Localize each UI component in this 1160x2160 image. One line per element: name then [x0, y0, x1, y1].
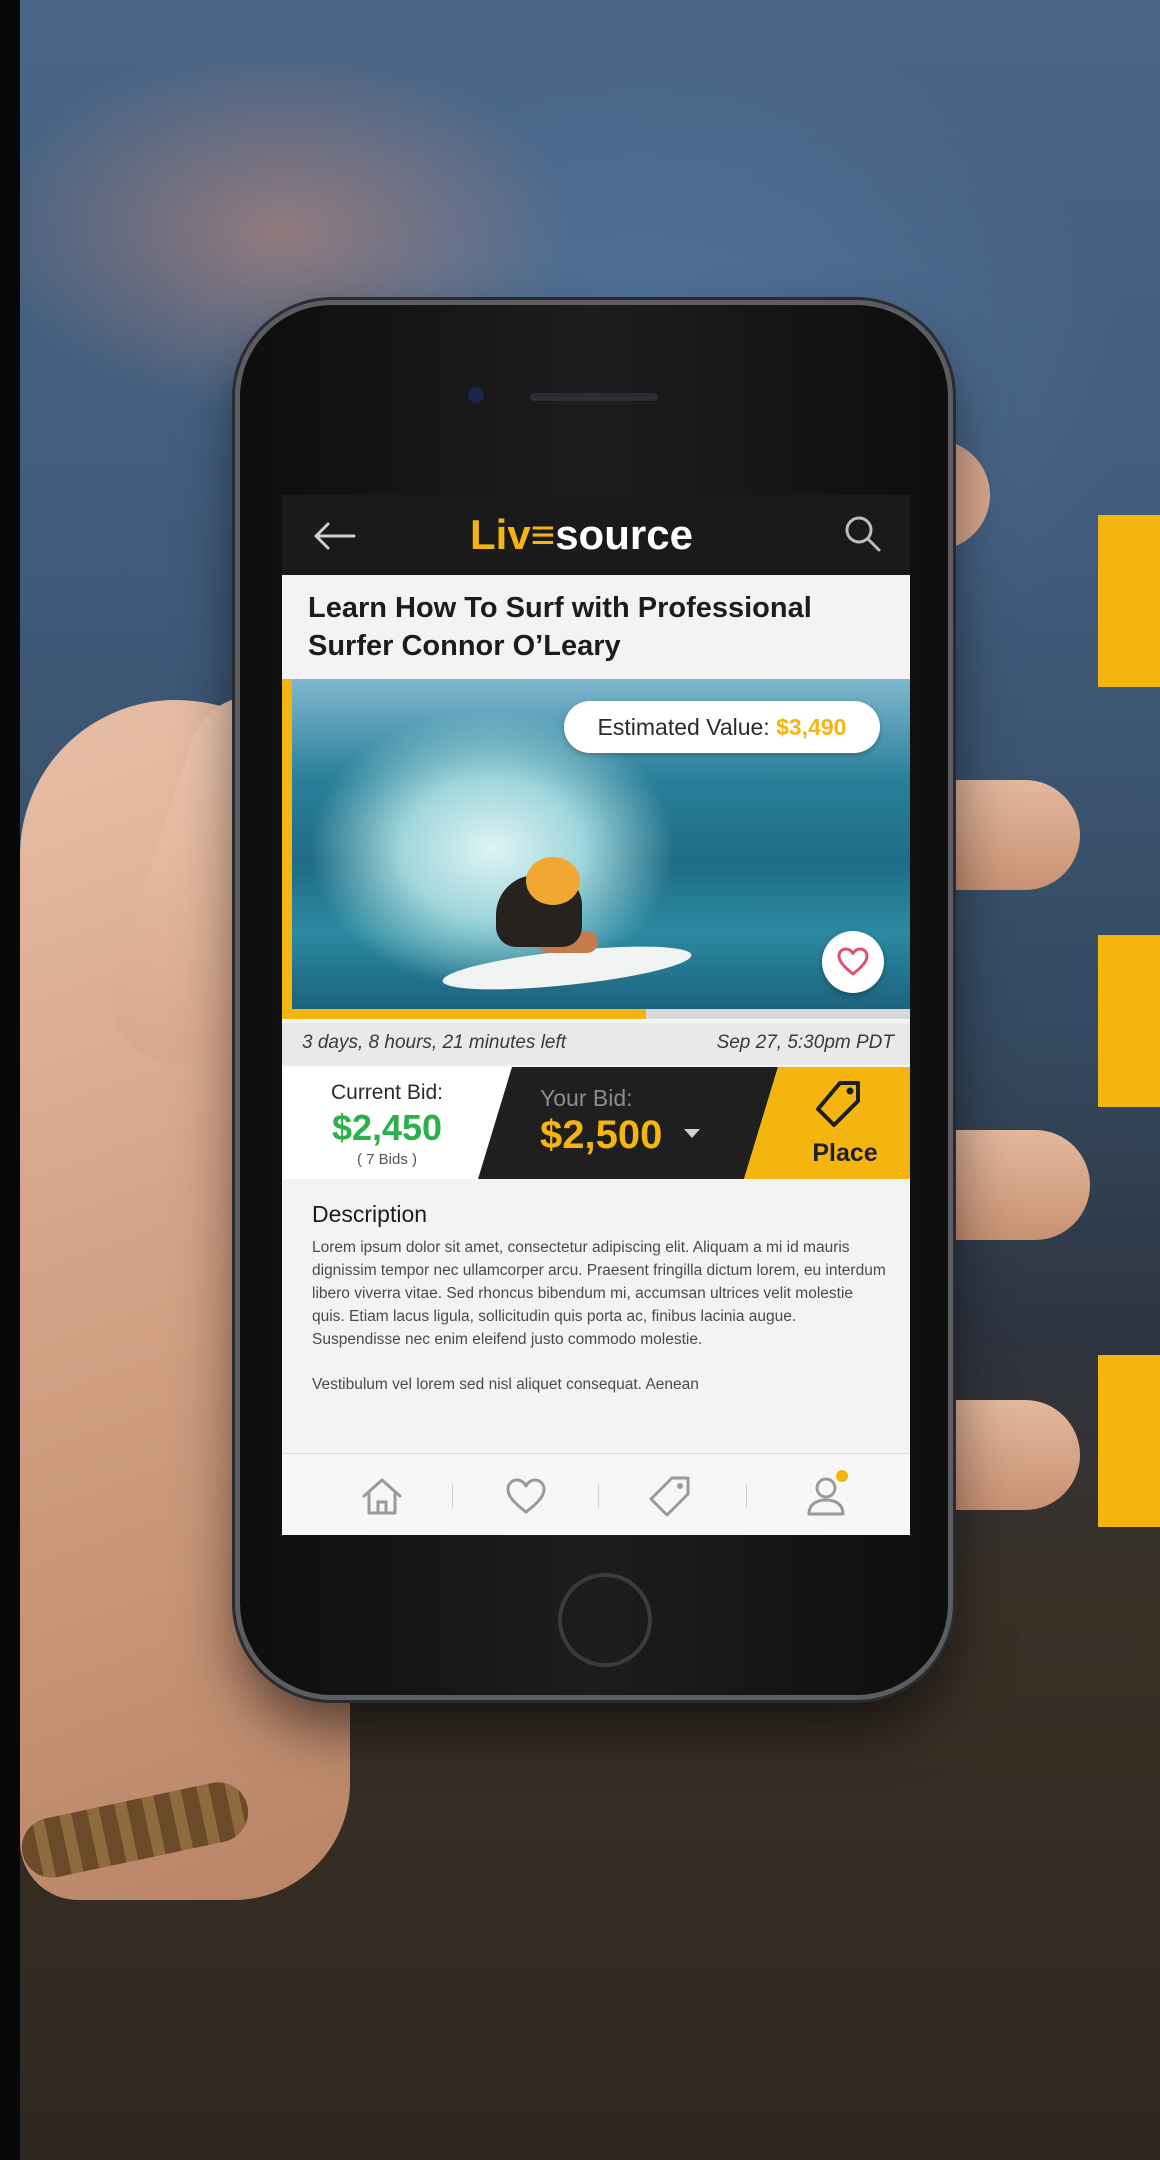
nav-separator: [746, 1484, 747, 1508]
left-edge-bar: [0, 0, 20, 2160]
your-bid-selector[interactable]: Your Bid: $2,500: [478, 1067, 778, 1179]
description-section: Description Lorem ipsum dolor sit amet, …: [312, 1201, 888, 1418]
estimated-value-amount: $3,490: [776, 714, 847, 740]
auction-time-row: 3 days, 8 hours, 21 minutes left Sep 27,…: [282, 1023, 910, 1065]
bid-row: Current Bid: $2,450 ( 7 Bids ) Your Bid:…: [282, 1067, 910, 1179]
description-paragraph: Lorem ipsum dolor sit amet, consectetur …: [312, 1239, 886, 1348]
notification-dot: [836, 1470, 848, 1482]
bottom-nav: [282, 1453, 910, 1535]
your-bid-label: Your Bid:: [540, 1085, 633, 1111]
chevron-down-icon: [684, 1129, 700, 1138]
heart-icon[interactable]: [504, 1474, 548, 1518]
nav-separator: [452, 1484, 453, 1508]
current-bid-label: Current Bid:: [330, 1081, 444, 1104]
bid-count: ( 7 Bids ): [356, 1151, 417, 1168]
image-accent-edge: [282, 679, 292, 1015]
description-heading: Description: [312, 1201, 428, 1227]
time-left: 3 days, 8 hours, 21 minutes left: [302, 1032, 567, 1053]
yellow-accent-block: [1098, 1355, 1160, 1527]
home-icon[interactable]: [360, 1474, 404, 1518]
home-button[interactable]: [558, 1573, 652, 1667]
logo-live: Liv≡: [470, 511, 556, 558]
your-bid-value: $2,500: [540, 1113, 663, 1157]
estimated-value-label: Estimated Value:: [597, 714, 770, 740]
time-progress-fill: [282, 1009, 647, 1019]
place-bid-label: Place: [812, 1139, 878, 1167]
yellow-accent-block: [1098, 515, 1160, 687]
app-logo: Liv≡source: [470, 507, 693, 563]
surfer-hair: [526, 857, 580, 905]
back-arrow-icon[interactable]: [312, 521, 356, 551]
listing-title: Learn How To Surf with Professional Surf…: [308, 592, 812, 662]
profile-tab[interactable]: [804, 1470, 848, 1518]
listing-image: Estimated Value: $3,490: [282, 679, 910, 1015]
earpiece: [530, 393, 658, 401]
logo-source: source: [555, 511, 693, 558]
tag-icon[interactable]: [648, 1474, 692, 1518]
phone-screen: Liv≡source Learn How To Surf with Profes…: [282, 495, 910, 1535]
search-icon[interactable]: [842, 513, 882, 553]
heart-icon: [837, 947, 869, 976]
front-camera: [468, 387, 484, 403]
time-progress-bar: [282, 1009, 910, 1019]
app-header: Liv≡source: [282, 495, 910, 575]
current-bid-value: $2,450: [331, 1107, 443, 1148]
background-photo: Liv≡source Learn How To Surf with Profes…: [0, 0, 1160, 2160]
price-tag-icon: [816, 1081, 860, 1127]
yellow-accent-block: [1098, 935, 1160, 1107]
nav-separator: [598, 1484, 599, 1508]
end-date: Sep 27, 5:30pm PDT: [716, 1032, 894, 1053]
favorite-button[interactable]: [822, 931, 884, 993]
phone: Liv≡source Learn How To Surf with Profes…: [240, 305, 948, 1695]
estimated-value-badge: Estimated Value: $3,490: [564, 701, 880, 753]
description-paragraph: Vestibulum vel lorem sed nisl aliquet co…: [312, 1376, 699, 1393]
scroll-fade: [282, 1425, 910, 1455]
